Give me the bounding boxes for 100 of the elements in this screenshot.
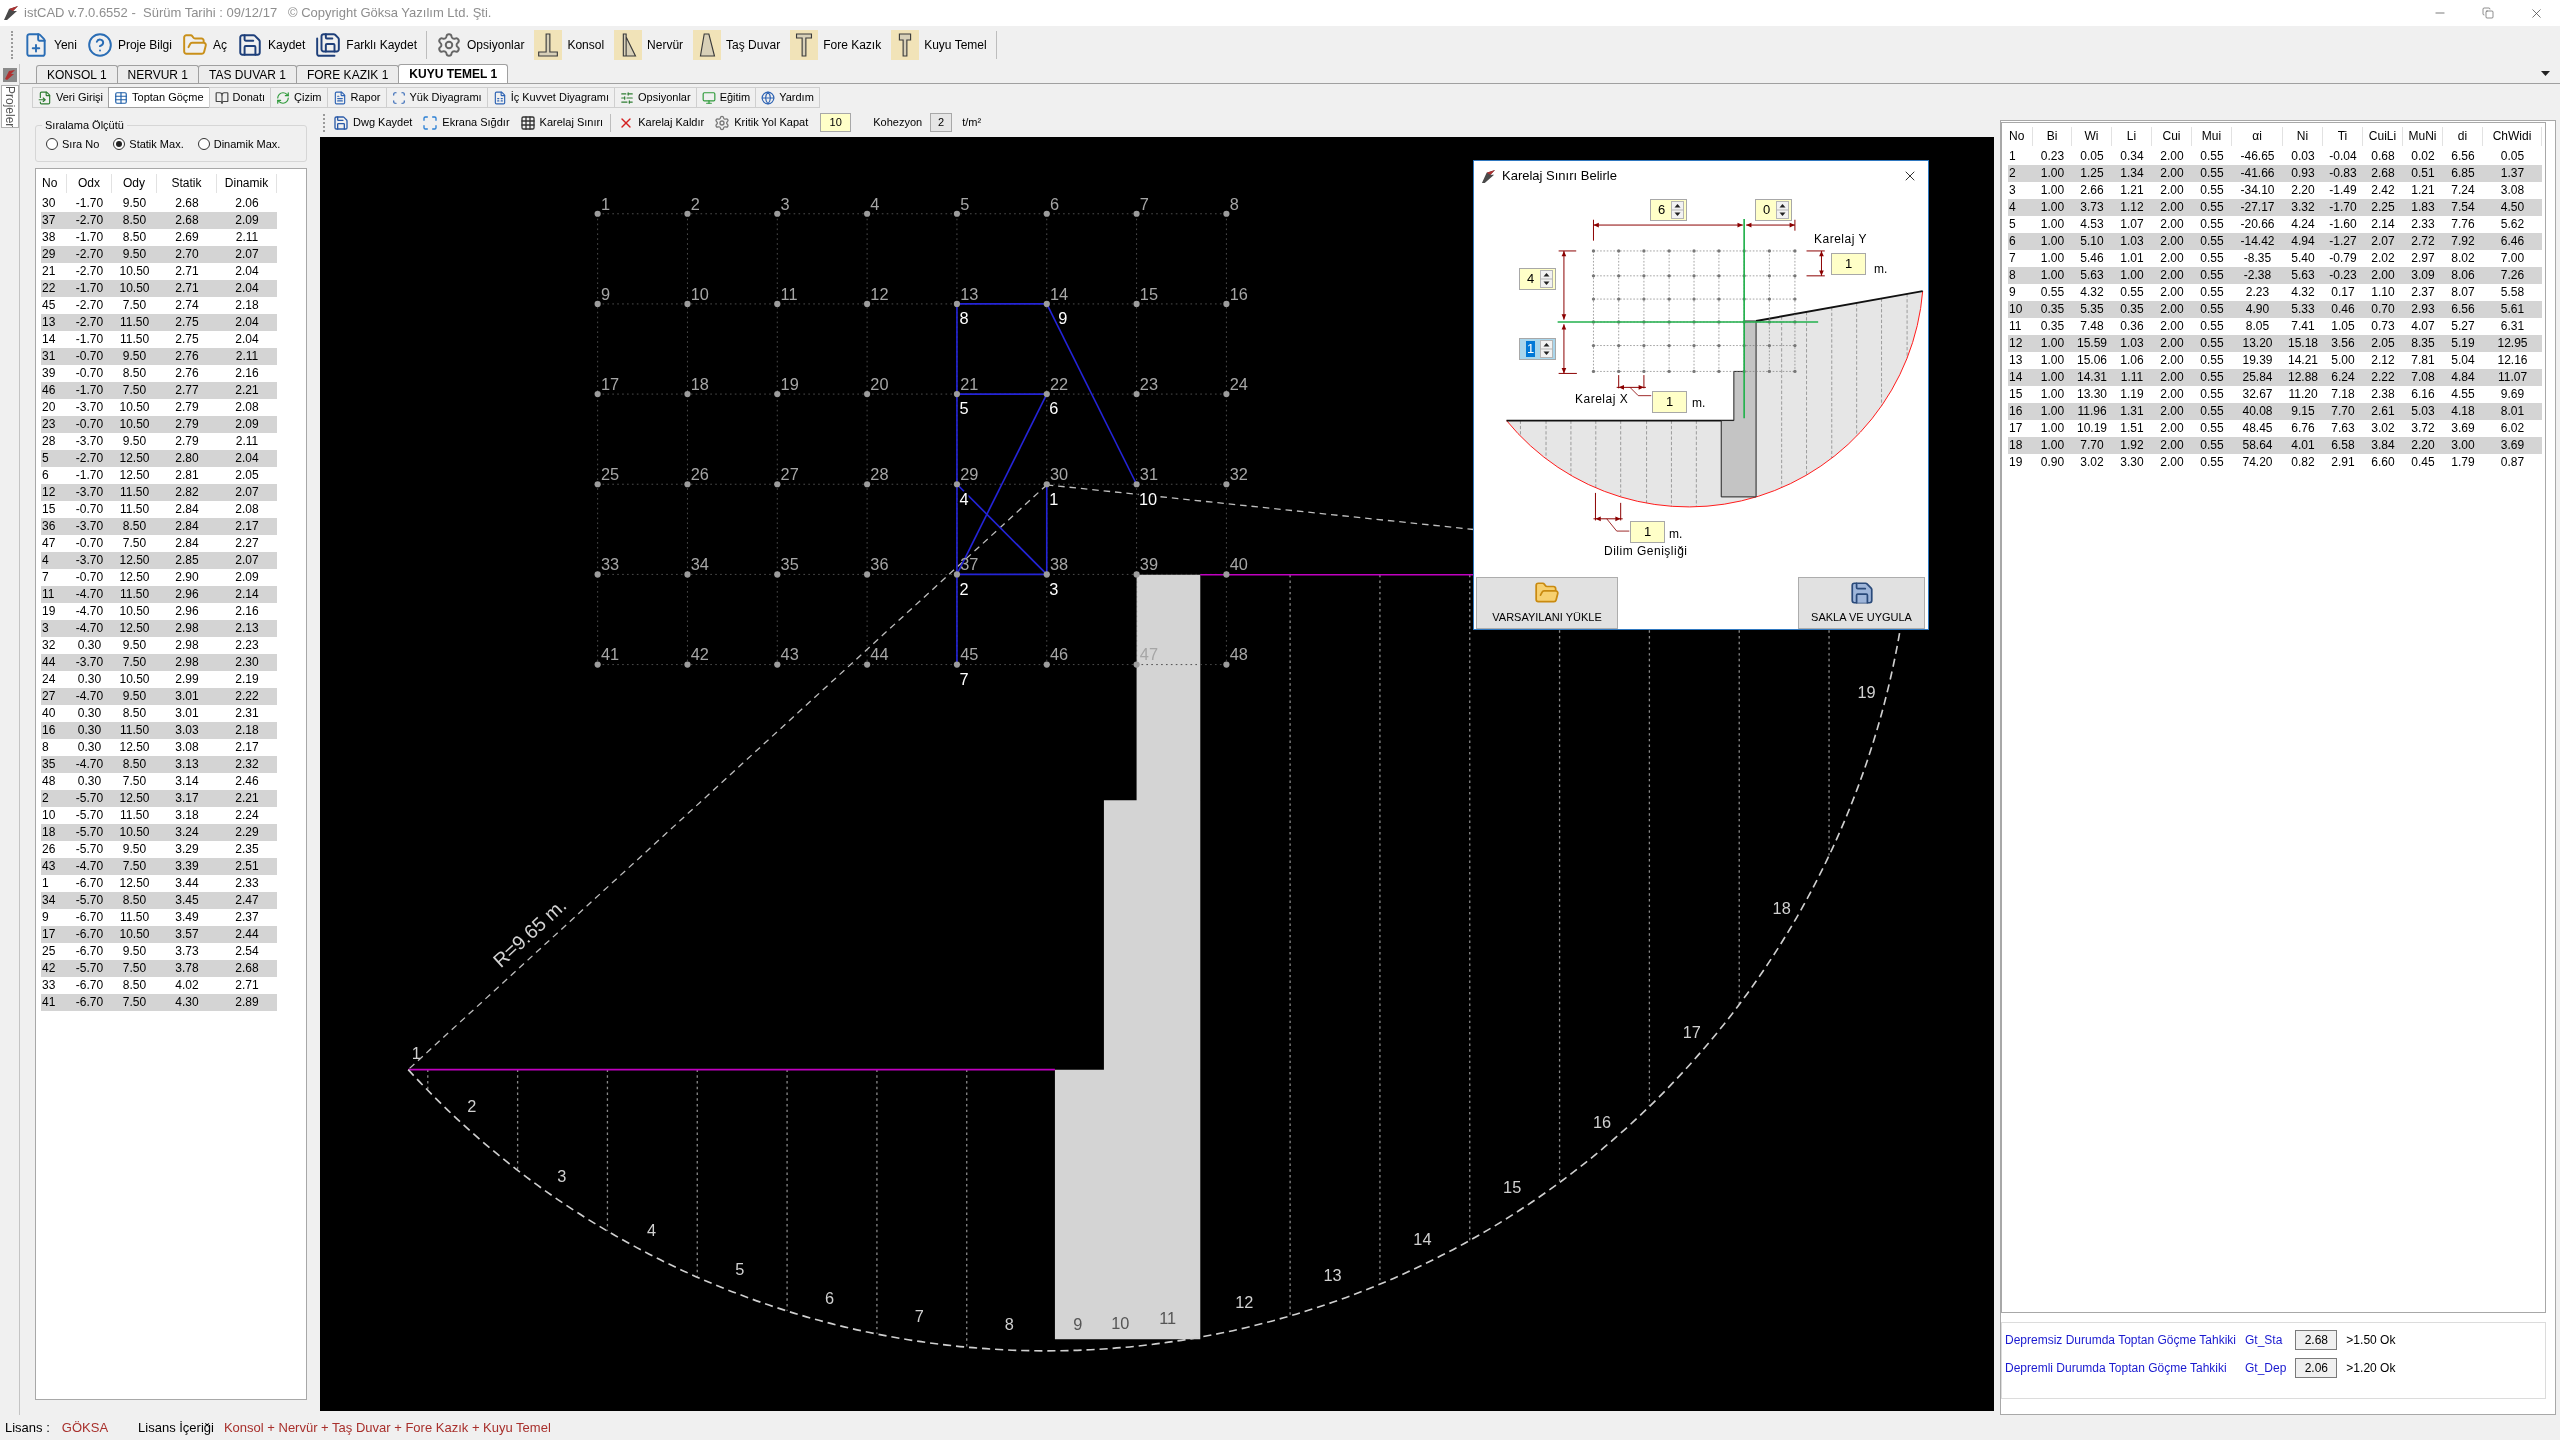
- column-header[interactable]: CuiLi: [2363, 127, 2403, 146]
- column-header[interactable]: No: [2008, 127, 2033, 146]
- toolbar-button[interactable]: Ekrana Sığdır: [420, 112, 512, 133]
- table-cell: 35: [41, 756, 67, 773]
- number-spinner[interactable]: 0: [1755, 199, 1792, 221]
- column-header[interactable]: αi: [2232, 127, 2283, 146]
- toolbar-button[interactable]: Dwg Kaydet: [331, 112, 415, 133]
- project-tab[interactable]: KONSOL 1: [36, 65, 118, 83]
- column-header[interactable]: Bi: [2033, 127, 2072, 146]
- module-tab[interactable]: Donatı: [208, 87, 272, 108]
- column-header[interactable]: Statik: [157, 174, 217, 193]
- grid-point: [774, 661, 781, 668]
- project-tab[interactable]: NERVUR 1: [116, 65, 200, 83]
- column-header[interactable]: Ti: [2323, 127, 2363, 146]
- table-cell: 2.00: [2152, 233, 2192, 250]
- table-cell: 3.03: [157, 722, 217, 739]
- grid-point: [864, 661, 871, 668]
- table-cell: 22: [41, 280, 67, 297]
- grid-point-label: 2: [690, 194, 700, 213]
- table-cell: 41: [41, 994, 67, 1011]
- toolbar-button[interactable]: Nervür: [612, 28, 686, 62]
- table-cell: 2.47: [217, 892, 277, 909]
- project-tab[interactable]: TAS DUVAR 1: [198, 65, 297, 83]
- grid-point-label: 28: [870, 465, 889, 484]
- toolbar-button[interactable]: Kritik Yol Kapat: [712, 112, 811, 133]
- table-cell: 8.50: [112, 212, 157, 229]
- unit-label: m.: [1692, 396, 1706, 410]
- module-tab[interactable]: İç Kuvvet Diyagramı: [486, 87, 616, 108]
- value-field[interactable]: 10: [820, 113, 852, 132]
- table-cell: -6.70: [67, 926, 112, 943]
- table-cell: 4.84: [2443, 369, 2483, 386]
- number-spinner[interactable]: 6: [1650, 199, 1687, 221]
- module-tab[interactable]: Çizim: [270, 87, 328, 108]
- grid-point: [684, 391, 691, 398]
- field-label: Dilim Genişliği: [1604, 544, 1688, 558]
- toolbar-button[interactable]: Kuyu Temel: [889, 28, 989, 62]
- radio-option[interactable]: Sıra No: [46, 136, 100, 153]
- table-cell: 9.50: [112, 688, 157, 705]
- table-cell: 2.98: [157, 620, 217, 637]
- table-cell: 2.93: [2403, 301, 2443, 318]
- toolbar-button[interactable]: Konsol: [532, 28, 607, 62]
- module-tab[interactable]: Yük Diyagramı: [385, 87, 488, 108]
- module-tab[interactable]: Opsiyonlar: [614, 87, 697, 108]
- dimension-line: [1806, 250, 1826, 277]
- input-field[interactable]: 1: [1652, 391, 1687, 413]
- column-header[interactable]: Mui: [2192, 127, 2232, 146]
- column-header[interactable]: Ni: [2283, 127, 2323, 146]
- input-field[interactable]: 1: [1630, 521, 1665, 543]
- column-header[interactable]: ChWidi: [2483, 127, 2542, 146]
- toolbar-button[interactable]: Proje Bilgi: [84, 28, 174, 62]
- toolbar-button[interactable]: Fore Kazık: [788, 28, 884, 62]
- module-tab[interactable]: Toptan Göçme: [108, 87, 210, 108]
- caret-icon[interactable]: [2541, 71, 2550, 76]
- toolbar-button[interactable]: Taş Duvar: [691, 28, 783, 62]
- column-header[interactable]: No: [41, 174, 67, 193]
- module-tab[interactable]: Eğitim: [695, 87, 757, 108]
- radio-option[interactable]: Statik Max.: [113, 136, 184, 153]
- column-header[interactable]: di: [2443, 127, 2483, 146]
- grid-point-label: 9: [600, 284, 610, 303]
- number-spinner[interactable]: 1: [1519, 338, 1556, 360]
- toolbar-button[interactable]: Karelaj Kaldır: [616, 112, 707, 133]
- refresh-icon: [276, 90, 291, 105]
- column-header[interactable]: Cui: [2152, 127, 2192, 146]
- column-header[interactable]: Ody: [112, 174, 157, 193]
- toolbar-button[interactable]: Farklı Kaydet: [313, 28, 420, 62]
- grid-point: [1133, 210, 1140, 217]
- cohesion-field[interactable]: 2: [930, 113, 953, 132]
- toolbar-button[interactable]: Opsiyonlar: [434, 28, 527, 62]
- module-tab[interactable]: Yardım: [755, 87, 820, 108]
- spin-arrows-icon: [1776, 201, 1789, 219]
- column-header[interactable]: Odx: [67, 174, 112, 193]
- number-spinner[interactable]: 4: [1519, 268, 1556, 290]
- module-tab[interactable]: Rapor: [326, 87, 387, 108]
- dialog-button[interactable]: SAKLA VE UYGULA: [1798, 577, 1925, 629]
- toolbar-button[interactable]: Yeni: [21, 28, 79, 62]
- module-tab[interactable]: Veri Girişi: [32, 87, 110, 108]
- side-panel-tab[interactable]: Projeler: [0, 85, 19, 129]
- table-cell: 8.06: [2443, 267, 2483, 284]
- grid-point-label: 37: [960, 555, 979, 574]
- table-cell: -0.70: [67, 348, 112, 365]
- column-header[interactable]: Dinamik: [217, 174, 277, 193]
- radio-option[interactable]: Dinamik Max.: [197, 136, 281, 153]
- toolbar-button[interactable]: Kaydet: [234, 28, 308, 62]
- table-cell: 0.55: [2192, 267, 2232, 284]
- column-header[interactable]: Li: [2112, 127, 2152, 146]
- grid-point: [594, 571, 601, 578]
- table-cell: 0.55: [2192, 301, 2232, 318]
- toolbar-button[interactable]: Aç: [179, 28, 229, 62]
- project-tab[interactable]: FORE KAZIK 1: [295, 65, 400, 83]
- input-field[interactable]: 1: [1831, 253, 1866, 275]
- dialog-button[interactable]: VARSAYILANI YÜKLE: [1476, 577, 1618, 629]
- column-header[interactable]: MuNi: [2403, 127, 2443, 146]
- table-cell: 31: [41, 348, 67, 365]
- table-cell: 1.00: [2033, 369, 2072, 386]
- unit-label: m.: [1874, 262, 1888, 276]
- project-tab[interactable]: KUYU TEMEL 1: [398, 64, 509, 83]
- table-cell: 10.50: [112, 824, 157, 841]
- column-header[interactable]: Wi: [2072, 127, 2112, 146]
- toolbar-button[interactable]: Karelaj Sınırı: [517, 112, 606, 133]
- table-cell: 2.20: [2403, 437, 2443, 454]
